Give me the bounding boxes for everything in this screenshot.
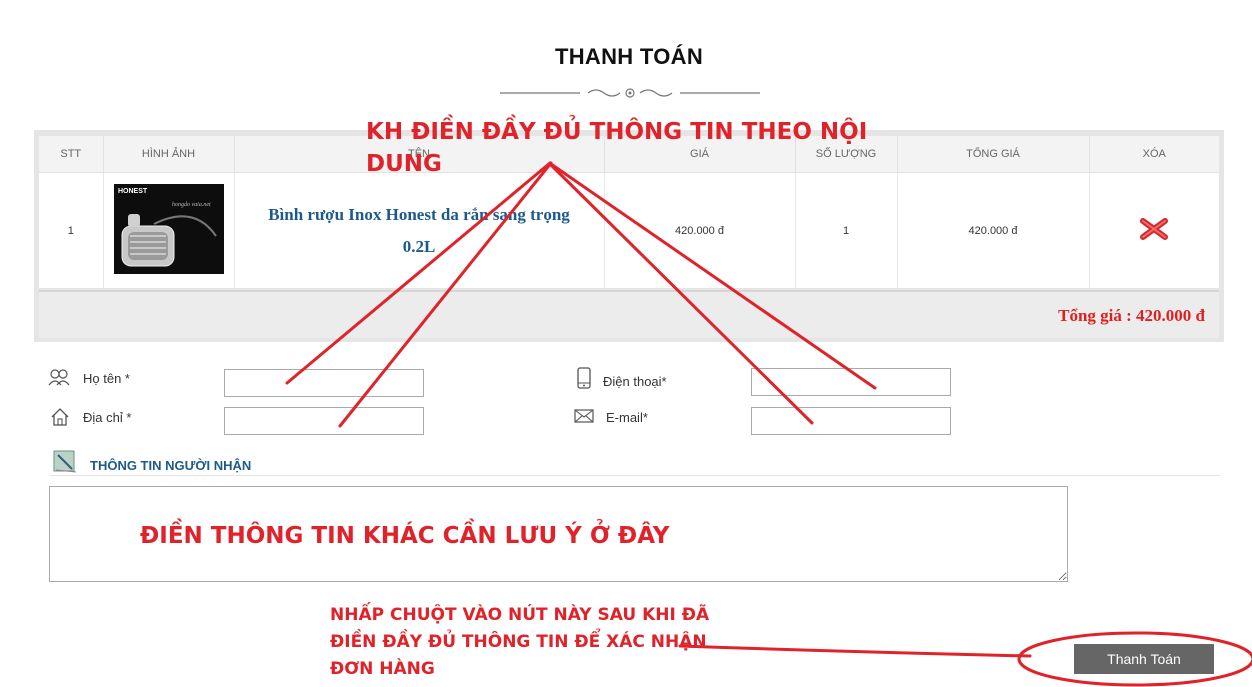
grand-total: Tổng giá : 420.000 đ — [1058, 306, 1205, 325]
annotation-fill-info-line1: KH ĐIỀN ĐẦY ĐỦ THÔNG TIN THEO NỘI — [366, 119, 868, 145]
cell-name: Bình rượu Inox Honest da rắn sang trọng … — [234, 172, 605, 288]
home-icon — [51, 408, 69, 426]
annotation-click-hint-line2: ĐIỀN ĐẦY ĐỦ THÔNG TIN ĐỂ XÁC NHẬN — [330, 632, 707, 652]
product-name-link[interactable]: Bình rượu Inox Honest da rắn sang trọng … — [235, 199, 604, 263]
email-input[interactable] — [751, 407, 951, 435]
cell-price: 420.000 đ — [604, 172, 796, 288]
annotation-note-hint: ĐIỀN THÔNG TIN KHÁC CẦN LƯU Ý Ở ĐÂY — [140, 523, 670, 549]
note-icon — [53, 450, 77, 473]
annotation-click-hint: NHẤP CHUỘT VÀO NÚT NÀY SAU KHI ĐÃ ĐIỀN Đ… — [330, 602, 709, 683]
name-label: Họ tên * — [83, 371, 130, 386]
address-label: Địa chỉ * — [83, 410, 132, 425]
image-caption-text: hongdo vaia.net — [172, 202, 211, 208]
col-header-stt: STT — [39, 136, 104, 173]
col-header-delete: XÓA — [1089, 136, 1219, 173]
envelope-icon — [574, 409, 594, 423]
annotation-overlay — [285, 161, 1252, 687]
col-header-total: TỔNG GIÁ — [897, 136, 1090, 173]
cell-quantity: 1 — [795, 172, 898, 288]
product-image[interactable]: HONEST hongdo vaia.net — [113, 184, 224, 274]
delete-icon[interactable] — [1139, 217, 1169, 241]
flask-photo: HONEST hongdo vaia.net — [113, 184, 224, 274]
cell-total: 420.000 đ — [897, 172, 1090, 288]
annotation-click-hint-line3: ĐƠN HÀNG — [330, 659, 435, 679]
email-label: E-mail* — [606, 410, 648, 425]
annotation-fill-info: KH ĐIỀN ĐẦY ĐỦ THÔNG TIN THEO NỘI DUNG — [366, 116, 867, 180]
table-row: 1 HONEST hongdo vaia.net Bình rượu Inox … — [39, 172, 1219, 289]
receiver-divider — [50, 475, 1220, 476]
page-title: THANH TOÁN — [554, 44, 704, 69]
phone-input[interactable] — [751, 368, 951, 396]
phone-label: Điện thoại* — [603, 374, 667, 389]
cell-delete — [1089, 173, 1219, 289]
col-header-image: HÌNH ẢNH — [103, 136, 235, 173]
address-input[interactable] — [224, 407, 424, 435]
receiver-section-title: THÔNG TIN NGƯỜI NHẬN — [90, 458, 252, 473]
name-input[interactable] — [224, 369, 424, 397]
annotation-click-hint-line1: NHẤP CHUỘT VÀO NÚT NÀY SAU KHI ĐÃ — [330, 605, 710, 625]
annotation-pointer-button — [678, 644, 1032, 658]
annotation-fill-info-line2: DUNG — [366, 151, 442, 177]
title-divider-ornament — [500, 88, 760, 98]
users-icon — [48, 369, 70, 386]
cell-image: HONEST hongdo vaia.net — [103, 172, 235, 288]
cell-stt: 1 — [39, 172, 104, 288]
image-brand-text: HONEST — [118, 188, 148, 195]
checkout-button[interactable]: Thanh Toán — [1074, 644, 1214, 674]
cart-total-bar: Tổng giá : 420.000 đ — [39, 290, 1219, 338]
mobile-icon — [577, 367, 591, 389]
